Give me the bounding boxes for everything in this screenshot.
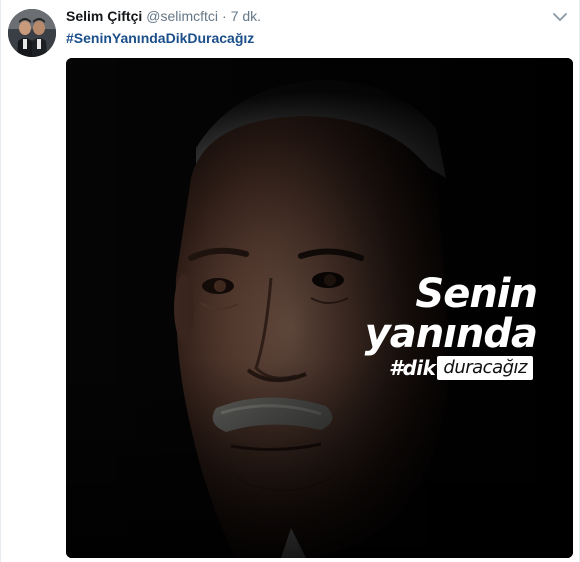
overlay-hashtag-dik: #dik xyxy=(389,356,436,380)
profile-photo-icon xyxy=(8,9,56,57)
author-handle[interactable]: @selimcftci xyxy=(146,8,218,24)
tweet-hashtag-link[interactable]: #SeninYanındaDikDuracağız xyxy=(66,30,254,46)
separator-dot: · xyxy=(222,8,227,24)
tweet-card[interactable]: Selim Çiftçi @selimcftci · 7 dk. #SeninY… xyxy=(0,0,580,562)
tweet-header: Selim Çiftçi @selimcftci · 7 dk. xyxy=(66,8,261,28)
tweet-menu-button[interactable] xyxy=(551,10,569,24)
overlay-hashtag-box: duracağız xyxy=(437,356,533,380)
author-display-name[interactable]: Selim Çiftçi xyxy=(66,8,142,24)
overlay-line-senin: Senin xyxy=(415,271,538,317)
tweet-media-image[interactable]: Senin yanında #dik duracağız xyxy=(66,58,573,558)
overlay-line-yaninda: yanında xyxy=(364,311,538,357)
tweet-timestamp[interactable]: 7 dk. xyxy=(231,8,261,24)
avatar[interactable] xyxy=(8,9,56,57)
media-text-overlay: Senin yanında #dik duracağız xyxy=(66,58,573,558)
chevron-down-icon xyxy=(553,13,567,21)
overlay-hashtag: #dik duracağız xyxy=(389,356,533,380)
